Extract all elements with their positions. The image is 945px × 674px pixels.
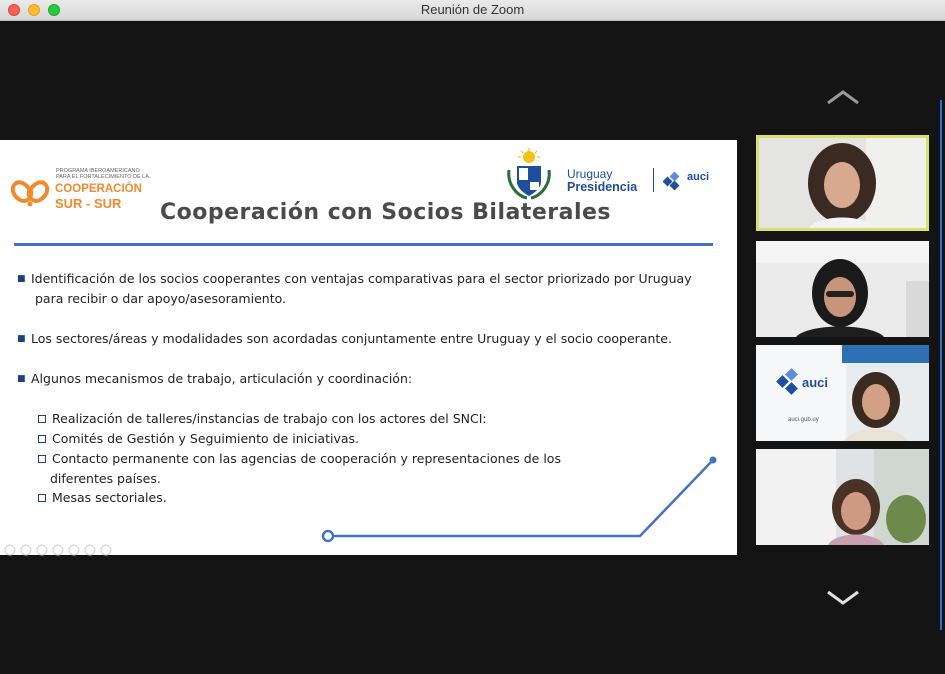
subitem-4: Mesas sectoriales. xyxy=(52,490,167,505)
presidencia-label: Presidencia xyxy=(567,180,638,194)
decorative-connector-line xyxy=(321,456,717,543)
cooperacion-sur-sur-logo-icon xyxy=(10,180,50,207)
bullet-marker: ■ xyxy=(17,274,26,284)
checkbox-bullet-icon xyxy=(38,455,46,463)
participant-video-1[interactable] xyxy=(756,135,929,231)
program-name-line-4: SUR - SUR xyxy=(55,196,122,211)
logo-divider xyxy=(653,168,654,192)
uruguay-label: Uruguay xyxy=(567,167,613,181)
subitem-1: Realización de talleres/instancias de tr… xyxy=(52,411,487,426)
bullet-marker: ■ xyxy=(17,374,26,384)
thumb3-auci-logo: auci xyxy=(802,375,829,390)
window-edge-highlight xyxy=(940,100,942,630)
title-bar: Reunión de Zoom xyxy=(0,0,945,21)
window-title: Reunión de Zoom xyxy=(420,2,525,17)
title-underline xyxy=(14,243,713,246)
auci-label: auci xyxy=(687,171,710,183)
program-subtitle: PROGRAMA IBEROAMERICANO PARA EL FORTALEC… xyxy=(56,168,149,180)
participant-video-2[interactable] xyxy=(756,241,929,337)
bullet-3-line-1: Algunos mecanismos de trabajo, articulac… xyxy=(31,371,413,386)
slide-title: Cooperación con Socios Bilaterales xyxy=(160,200,612,225)
bullet-1-line-2: para recibir o dar apoyo/asesoramiento. xyxy=(35,291,287,306)
thumb3-auci-url: auci.gub.uy xyxy=(788,417,819,423)
chevron-down-icon[interactable] xyxy=(826,589,860,607)
checkbox-bullet-icon xyxy=(38,415,46,423)
auci-logo-icon xyxy=(662,171,680,191)
checkbox-bullet-icon xyxy=(38,494,46,502)
chevron-up-icon[interactable] xyxy=(826,88,860,106)
program-name-line-3: COOPERACIÓN xyxy=(55,183,142,195)
bullet-2-line-1: Los sectores/áreas y modalidades son aco… xyxy=(31,331,672,346)
participant-video-4[interactable] xyxy=(756,449,929,545)
bullet-marker: ■ xyxy=(17,334,26,344)
uruguay-coat-of-arms-icon xyxy=(507,148,551,200)
subitem-2: Comités de Gestión y Seguimiento de inic… xyxy=(52,431,360,446)
checkbox-bullet-icon xyxy=(38,435,46,443)
subitem-3-line-2: diferentes países. xyxy=(50,471,161,486)
participant-video-3[interactable]: auci auci.gub.uy xyxy=(756,345,929,441)
slideshow-controls xyxy=(4,541,124,560)
bullet-1-line-1: Identificación de los socios cooperantes… xyxy=(31,271,692,286)
program-line-2: PARA EL FORTALECIMIENTO DE LA xyxy=(56,174,149,180)
